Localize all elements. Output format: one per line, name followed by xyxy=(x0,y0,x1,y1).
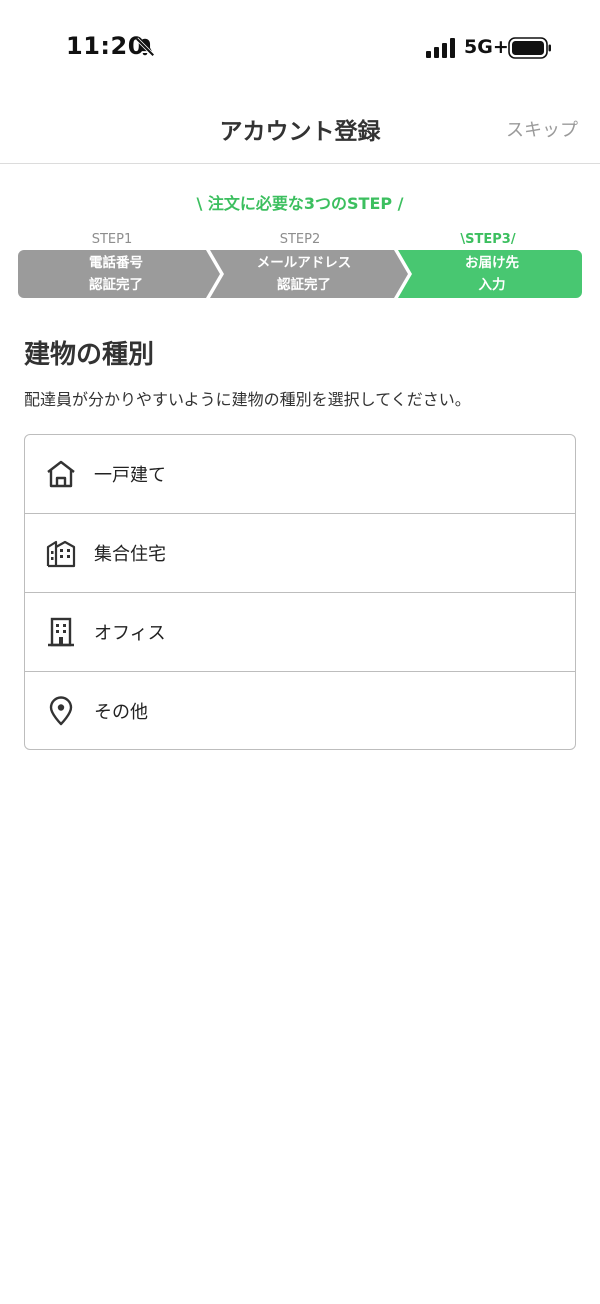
battery-icon xyxy=(508,37,551,59)
option-apartment[interactable]: 集合住宅 xyxy=(25,514,575,593)
step3-label: \STEP3/ xyxy=(460,232,516,247)
bell-slash-icon xyxy=(135,37,155,57)
step-caption: \ 注文に必要な3つのSTEP / xyxy=(196,194,404,213)
option-label: 集合住宅 xyxy=(94,544,166,565)
option-detached-house[interactable]: 一戸建て xyxy=(25,435,575,514)
status-bar: 11:20 5G+ xyxy=(0,0,600,96)
step-progress: STEP1 STEP2 \STEP3/ 電話番号 認証完了 メールアドレス 認証… xyxy=(18,228,582,300)
section-description: 配達員が分かりやすいように建物の種別を選択してください。 xyxy=(24,390,471,409)
building-type-list: 一戸建て 集合住宅 オフィス その他 xyxy=(24,434,576,750)
section-title: 建物の種別 xyxy=(24,340,155,370)
office-building-icon xyxy=(48,617,74,647)
option-other[interactable]: その他 xyxy=(25,672,575,749)
step1-text: 電話番号 認証完了 xyxy=(89,255,143,293)
step2-label: STEP2 xyxy=(279,232,321,247)
skip-button[interactable]: スキップ xyxy=(506,116,578,142)
step3-text: お届け先 入力 xyxy=(465,255,519,293)
location-pin-icon xyxy=(49,695,73,725)
option-label: 一戸建て xyxy=(94,465,166,486)
option-office[interactable]: オフィス xyxy=(25,593,575,672)
step2-text: メールアドレス 認証完了 xyxy=(256,255,352,293)
step1-label: STEP1 xyxy=(91,232,133,247)
option-label: オフィス xyxy=(94,623,166,644)
signal-icon xyxy=(426,38,455,58)
nav-header: アカウント登録 スキップ xyxy=(0,96,600,164)
network-label: 5G+ xyxy=(464,36,509,58)
house-icon xyxy=(47,460,75,488)
option-label: その他 xyxy=(94,701,148,723)
apartment-icon xyxy=(46,540,76,568)
